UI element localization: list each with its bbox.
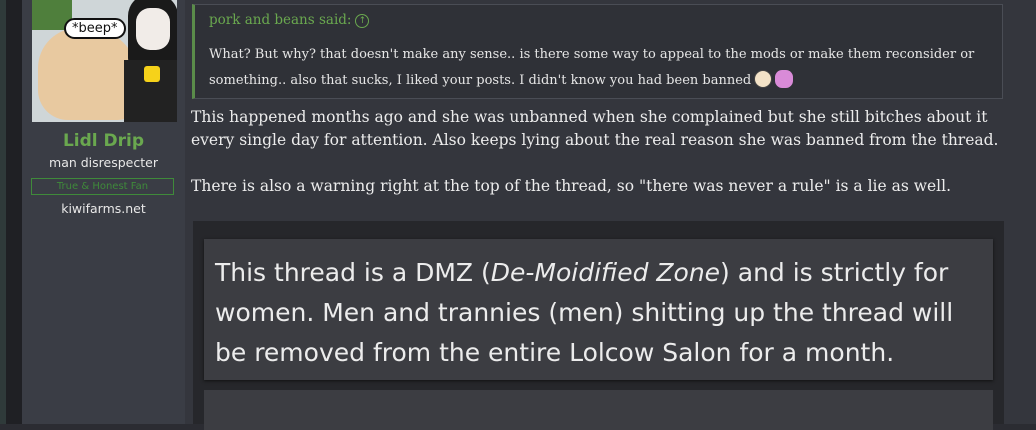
avatar-figure-face [136,8,170,50]
screenshot-notice-box: This thread is a DMZ (De-Moidified Zone)… [204,239,993,380]
screenshot-notice-text: This thread is a DMZ (De-Moidified Zone)… [215,253,985,373]
edge-dark [6,0,22,424]
screenshot-next-box [204,390,993,430]
user-site: kiwifarms.net [61,201,146,216]
reply-paragraph-2: There is also a warning right at the top… [191,177,951,195]
notice-text-pre: This thread is a DMZ ( [215,258,491,287]
quote-text: What? But why? that doesn't make any sen… [209,42,999,94]
notice-text-emphasis: De-Moidified Zone [490,258,721,287]
reply-paragraph-1: This happened months ago and she was unb… [191,108,999,149]
page-edge [0,0,22,424]
jump-to-quote-icon[interactable]: ↑ [355,14,370,28]
post-user-sidebar: *beep* Lidl Drip man disrespecter True &… [22,0,185,424]
avatar-dog [38,28,138,120]
quote-text-content: What? But why? that doesn't make any sen… [209,47,975,88]
avatar[interactable]: *beep* [32,0,177,122]
reply-text: This happened months ago and she was unb… [191,106,1011,221]
heart-emoji-icon [775,70,794,88]
crying-emoji-icon [754,70,773,88]
embedded-screenshot[interactable]: This thread is a DMZ (De-Moidified Zone)… [193,221,1004,430]
post-body: pork and beans said: ↑ What? But why? tha… [185,0,1036,430]
avatar-lidl-tag [144,66,160,82]
user-title: man disrespecter [49,155,158,170]
quote-header[interactable]: pork and beans said: ↑ [209,12,370,28]
quote-author[interactable]: pork and beans said: [209,12,351,28]
quote-block: pork and beans said: ↑ What? But why? tha… [192,4,1003,99]
avatar-speech-bubble: *beep* [64,18,126,39]
username[interactable]: Lidl Drip [22,131,185,151]
user-banner: True & Honest Fan [31,178,174,195]
